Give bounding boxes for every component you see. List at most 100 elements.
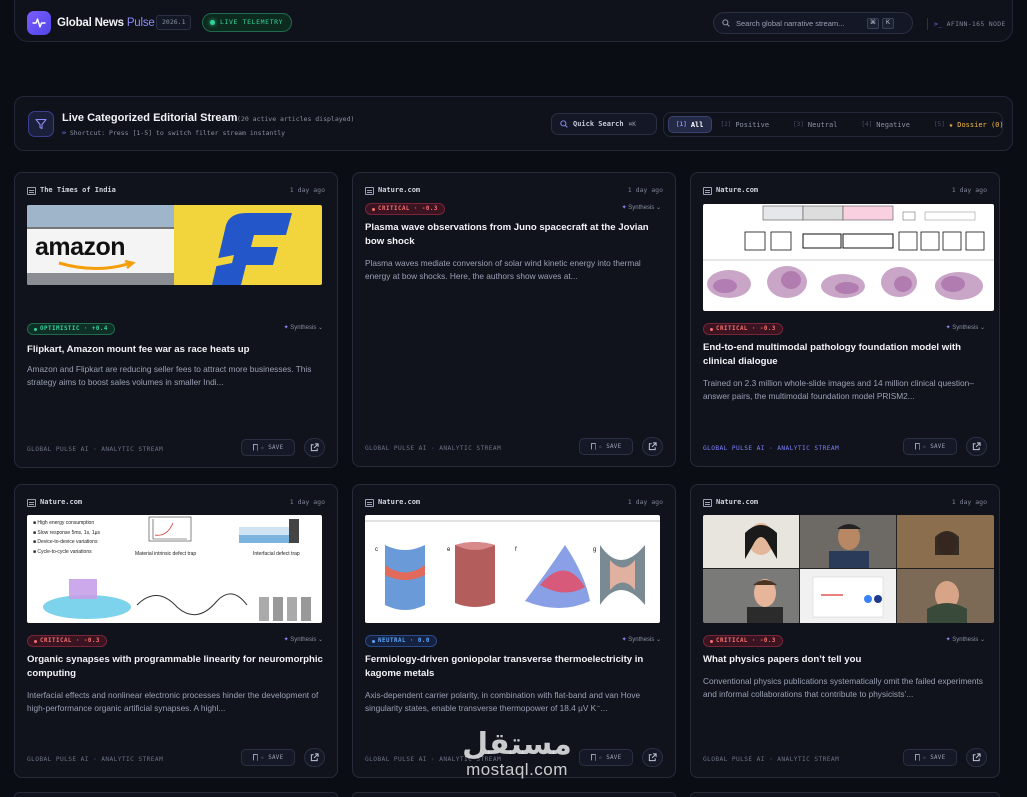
- search-icon: [722, 19, 730, 27]
- article-age: 1 day ago: [951, 186, 987, 194]
- save-button[interactable]: ☆ SAVE: [579, 438, 633, 455]
- save-button[interactable]: ☆ SAVE: [903, 749, 957, 766]
- article-age: 1 day ago: [951, 498, 987, 506]
- tab-all[interactable]: [1] All: [668, 116, 712, 133]
- external-link-icon: [648, 753, 657, 762]
- article-summary: Interfacial effects and nonlinear electr…: [27, 690, 319, 713]
- article-card[interactable]: [690, 792, 1000, 797]
- article-summary: Amazon and Flipkart are reducing seller …: [27, 364, 312, 387]
- article-image[interactable]: ■ High energy consumption ■ Slow respons…: [27, 515, 322, 623]
- amazon-logo: amazon: [35, 233, 126, 261]
- newspaper-icon: [365, 187, 374, 195]
- article-title[interactable]: Organic synapses with programmable linea…: [27, 653, 325, 680]
- article-card[interactable]: Nature.com 1 day ago ■ High energy consu…: [14, 484, 338, 778]
- newspaper-icon: [27, 499, 36, 507]
- sentiment-badge: CRITICAL · -0.3: [703, 323, 783, 335]
- newspaper-icon: [27, 187, 36, 195]
- quick-search-button[interactable]: Quick Search ⌘K: [551, 113, 657, 135]
- synthesis-dropdown[interactable]: ✦ Synthesis ⌄: [284, 324, 323, 331]
- search-input[interactable]: [736, 18, 864, 28]
- article-title[interactable]: What physics papers don’t tell you: [703, 653, 988, 667]
- svg-text:c: c: [375, 547, 378, 553]
- card-footer: GLOBAL PULSE AI · ANALYTIC STREAM: [27, 446, 164, 453]
- bookmark-icon: [252, 444, 258, 451]
- article-summary: Axis-dependent carrier polarity, in comb…: [365, 690, 641, 713]
- article-title[interactable]: Plasma wave observations from Juno space…: [365, 221, 663, 248]
- tab-negative[interactable]: [4] Negative: [854, 116, 917, 133]
- kbd-k: K: [882, 17, 894, 29]
- article-count: (20 active articles displayed): [237, 115, 355, 123]
- article-card[interactable]: [352, 792, 676, 797]
- article-age: 1 day ago: [627, 186, 663, 194]
- shortcut-hint: ⌨ Shortcut: Press [1-5] to switch filter…: [62, 129, 286, 137]
- save-button[interactable]: ☆ SAVE: [579, 749, 633, 766]
- bookmark-icon: [914, 443, 920, 450]
- article-age: 1 day ago: [289, 186, 325, 194]
- article-title[interactable]: Fermiology-driven goniopolar transverse …: [365, 653, 663, 680]
- external-link-icon: [972, 442, 981, 451]
- flipkart-logo: [174, 205, 322, 285]
- tab-dossier[interactable]: [5] ★ Dossier (0): [927, 116, 1011, 133]
- article-card[interactable]: [14, 792, 338, 797]
- synthesis-dropdown[interactable]: ✦ Synthesis ⌄: [946, 324, 985, 331]
- save-button[interactable]: ☆ SAVE: [241, 749, 295, 766]
- open-external-button[interactable]: [966, 748, 987, 767]
- tab-positive[interactable]: [2] Positive: [714, 116, 777, 133]
- article-card[interactable]: Nature.com 1 day ago CRITICAL · -0.3 ✦ S…: [352, 172, 676, 467]
- kbd-cmd: ⌘: [867, 17, 879, 29]
- synthesis-dropdown[interactable]: ✦ Synthesis ⌄: [622, 204, 661, 211]
- filter-bar: Live Categorized Editorial Stream (20 ac…: [14, 96, 1013, 151]
- search-icon: [560, 120, 568, 128]
- article-source: The Times of India: [40, 186, 116, 194]
- synthesis-dropdown[interactable]: ✦ Synthesis ⌄: [946, 636, 985, 643]
- version-badge: 2026.1: [156, 15, 192, 30]
- app-name[interactable]: Global News Pulse: [57, 17, 155, 29]
- bookmark-icon: [914, 754, 920, 761]
- article-age: 1 day ago: [627, 498, 663, 506]
- sentiment-badge: CRITICAL · -0.3: [27, 635, 107, 647]
- article-image[interactable]: amazon: [27, 205, 322, 285]
- sentiment-badge: NEUTRAL · 0.0: [365, 635, 437, 647]
- node-indicator: >_ AFINN-165 NODE: [927, 18, 1006, 30]
- open-external-button[interactable]: [966, 437, 987, 456]
- svg-text:g: g: [593, 547, 596, 553]
- save-button[interactable]: ☆ SAVE: [241, 439, 295, 456]
- pulse-logo-icon[interactable]: [27, 11, 51, 35]
- open-external-button[interactable]: [304, 438, 325, 457]
- filter-icon: [28, 111, 54, 137]
- article-source: Nature.com: [40, 498, 83, 506]
- article-title[interactable]: Flipkart, Amazon mount fee war as race h…: [27, 343, 325, 357]
- save-button[interactable]: ☆ SAVE: [903, 438, 957, 455]
- newspaper-icon: [703, 187, 712, 195]
- article-image[interactable]: [703, 204, 994, 311]
- article-age: 1 day ago: [289, 498, 325, 506]
- card-footer: GLOBAL PULSE AI · ANALYTIC STREAM: [27, 756, 164, 763]
- article-image[interactable]: cefg: [365, 515, 660, 623]
- article-card[interactable]: The Times of India 1 day ago amazon OPTI…: [14, 172, 338, 468]
- article-card[interactable]: Nature.com 1 day ago CRITICAL · -0.3 ✦ S…: [690, 484, 1000, 778]
- mostaql-watermark: مستقل mostaql.com: [462, 727, 572, 780]
- open-external-button[interactable]: [642, 748, 663, 767]
- svg-text:e: e: [447, 547, 451, 553]
- external-link-icon: [972, 753, 981, 762]
- tab-neutral[interactable]: [3] Neutral: [786, 116, 844, 133]
- newspaper-icon: [365, 499, 374, 507]
- article-image[interactable]: [703, 515, 994, 623]
- external-link-icon: [310, 443, 319, 452]
- keyboard-icon: ⌨: [62, 129, 66, 137]
- global-search[interactable]: ⌘K: [713, 12, 913, 34]
- bookmark-icon: [590, 443, 596, 450]
- external-link-icon: [648, 442, 657, 451]
- open-external-button[interactable]: [642, 437, 663, 456]
- bookmark-icon: [252, 754, 258, 761]
- stream-title: Live Categorized Editorial Stream: [62, 112, 238, 124]
- article-title[interactable]: End-to-end multimodal pathology foundati…: [703, 341, 988, 368]
- open-external-button[interactable]: [304, 748, 325, 767]
- svg-text:f: f: [515, 547, 517, 553]
- synthesis-dropdown[interactable]: ✦ Synthesis ⌄: [284, 636, 323, 643]
- article-card[interactable]: Nature.com 1 day ago CRITICAL · -0.3 ✦ S…: [690, 172, 1000, 467]
- article-source: Nature.com: [378, 498, 421, 506]
- article-summary: Plasma waves mediate conversion of solar…: [365, 258, 641, 281]
- synthesis-dropdown[interactable]: ✦ Synthesis ⌄: [622, 636, 661, 643]
- terminal-icon: >_: [934, 20, 943, 28]
